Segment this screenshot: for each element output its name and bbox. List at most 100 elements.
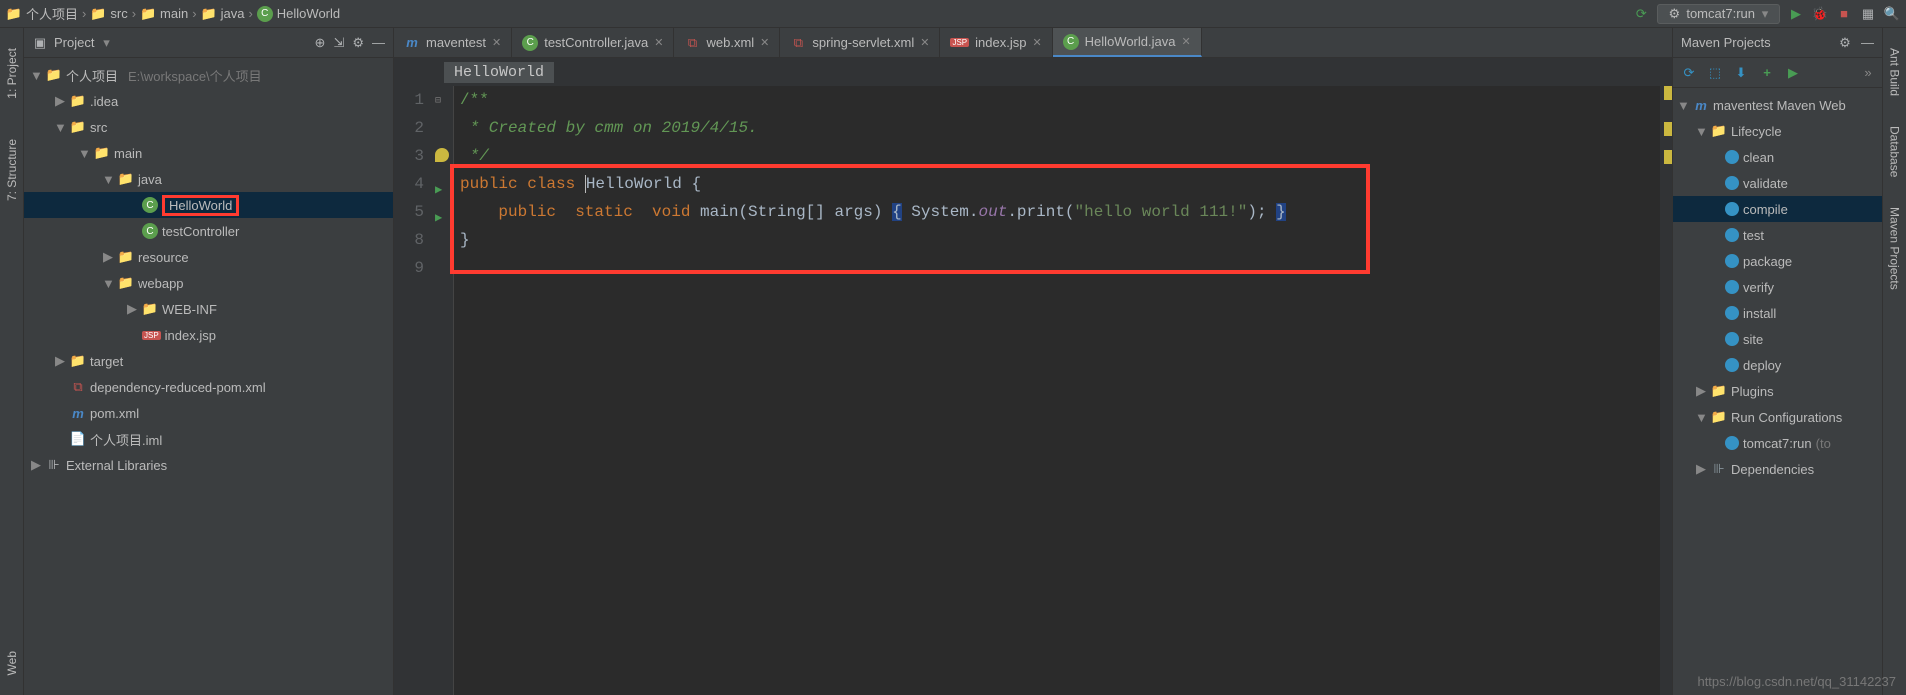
generate-sources-icon[interactable]: ⬚ (1707, 65, 1723, 81)
maven-root[interactable]: ▼m maventest Maven Web (1673, 92, 1882, 118)
warning-marker[interactable] (1664, 150, 1672, 164)
tree-chevron-icon[interactable]: ▶ (54, 93, 66, 109)
crumb-file[interactable]: CHelloWorld (257, 6, 340, 22)
editor-tab[interactable]: CHelloWorld.java✕ (1053, 28, 1202, 57)
tree-item[interactable]: ▼📁webapp (24, 270, 393, 296)
run-gutter-icon[interactable]: ▶ (435, 204, 442, 232)
run-config-selector[interactable]: ⚙ tomcat7:run ▾ (1657, 4, 1780, 24)
editor-tab[interactable]: JSPindex.jsp✕ (940, 28, 1052, 57)
rail-tab-database[interactable]: Database (1888, 126, 1902, 177)
crumb-root[interactable]: 📁个人项目 (6, 4, 78, 23)
more-icon[interactable]: » (1862, 65, 1874, 80)
tree-item[interactable]: ▶📁target (24, 348, 393, 374)
tree-item[interactable]: mpom.xml (24, 400, 393, 426)
lifecycle-goal[interactable]: install (1673, 300, 1882, 326)
maven-tree[interactable]: ▼m maventest Maven Web ▼📁 Lifecycle clea… (1673, 88, 1882, 486)
fold-icon[interactable]: ⊟ (435, 88, 441, 116)
code-lines[interactable]: /** * Created by cmm on 2019/4/15. */pub… (454, 86, 1660, 695)
rail-tab-structure[interactable]: 7: Structure (5, 139, 19, 201)
error-stripe[interactable] (1660, 86, 1672, 695)
intention-bulb-icon[interactable] (435, 148, 449, 162)
editor-crumb-class[interactable]: HelloWorld (444, 62, 554, 83)
chevron-down-icon[interactable]: ▾ (100, 35, 112, 51)
rail-tab-ant[interactable]: Ant Build (1888, 48, 1902, 96)
project-tree[interactable]: ▼ 📁 个人项目 E:\workspace\个人项目 ▶📁.idea▼📁src▼… (24, 58, 393, 695)
lifecycle-goal[interactable]: clean (1673, 144, 1882, 170)
search-icon[interactable]: 🔍 (1884, 6, 1900, 22)
editor-tab[interactable]: mmaventest✕ (394, 28, 512, 57)
tree-item[interactable]: CtestController (24, 218, 393, 244)
gear-icon[interactable]: ⚙ (1837, 35, 1853, 51)
download-icon[interactable]: ⬇ (1733, 65, 1749, 81)
crumb-main[interactable]: 📁main (140, 6, 188, 22)
chevron-down-icon[interactable]: ▼ (30, 68, 42, 83)
maven-deps-node[interactable]: ▶⊪ Dependencies (1673, 456, 1882, 482)
layout-icon[interactable]: ▦ (1860, 6, 1876, 22)
tree-item[interactable]: JSPindex.jsp (24, 322, 393, 348)
warning-marker[interactable] (1664, 122, 1672, 136)
tree-item[interactable]: ▶📁WEB-INF (24, 296, 393, 322)
tree-item[interactable]: ⧉dependency-reduced-pom.xml (24, 374, 393, 400)
tree-item[interactable]: ▼📁java (24, 166, 393, 192)
gear-icon[interactable]: ⚙ (352, 35, 364, 51)
close-icon[interactable]: ✕ (1032, 36, 1041, 49)
code-line[interactable]: /** (460, 86, 1660, 114)
code-line[interactable]: } (460, 226, 1660, 254)
close-icon[interactable]: ✕ (1181, 35, 1190, 48)
tree-chevron-icon[interactable]: ▼ (102, 276, 114, 291)
warning-marker[interactable] (1664, 86, 1672, 100)
lifecycle-goal[interactable]: validate (1673, 170, 1882, 196)
editor-tab[interactable]: ⧉web.xml✕ (674, 28, 780, 57)
code-line[interactable]: * Created by cmm on 2019/4/15. (460, 114, 1660, 142)
tree-chevron-icon[interactable]: ▶ (126, 301, 138, 317)
tree-chevron-icon[interactable]: ▶ (54, 353, 66, 369)
tree-external-libs[interactable]: ▶ ⊪ External Libraries (24, 452, 393, 478)
tree-item[interactable]: ▶📁.idea (24, 88, 393, 114)
rail-tab-maven[interactable]: Maven Projects (1888, 207, 1902, 290)
tree-root[interactable]: ▼ 📁 个人项目 E:\workspace\个人项目 (24, 62, 393, 88)
tree-chevron-icon[interactable]: ▼ (54, 120, 66, 135)
maven-runconfig-item[interactable]: tomcat7:run (to (1673, 430, 1882, 456)
close-icon[interactable]: ✕ (654, 36, 663, 49)
editor-tab[interactable]: CtestController.java✕ (512, 28, 674, 57)
lifecycle-goal[interactable]: package (1673, 248, 1882, 274)
close-icon[interactable]: ✕ (760, 36, 769, 49)
maven-lifecycle-node[interactable]: ▼📁 Lifecycle (1673, 118, 1882, 144)
lifecycle-goal[interactable]: site (1673, 326, 1882, 352)
lifecycle-goal[interactable]: verify (1673, 274, 1882, 300)
maven-plugins-node[interactable]: ▶📁 Plugins (1673, 378, 1882, 404)
lifecycle-goal[interactable]: compile (1673, 196, 1882, 222)
maven-runconfig-node[interactable]: ▼📁 Run Configurations (1673, 404, 1882, 430)
run-maven-icon[interactable]: ▶ (1785, 65, 1801, 81)
lifecycle-goal[interactable]: deploy (1673, 352, 1882, 378)
run-button[interactable]: ▶ (1788, 6, 1804, 22)
tree-chevron-icon[interactable]: ▼ (78, 146, 90, 161)
tree-item[interactable]: ▼📁main (24, 140, 393, 166)
code-line[interactable] (460, 254, 1660, 282)
hide-icon[interactable]: — (372, 35, 385, 50)
add-icon[interactable]: + (1759, 65, 1775, 81)
hide-icon[interactable]: — (1861, 35, 1874, 51)
collapse-all-icon[interactable]: ⇲ (333, 35, 344, 51)
rail-tab-web[interactable]: Web (5, 651, 19, 675)
tree-item[interactable]: ▶📁resource (24, 244, 393, 270)
tree-item[interactable]: ▼📁src (24, 114, 393, 140)
close-icon[interactable]: ✕ (920, 36, 929, 49)
tree-chevron-icon[interactable]: ▼ (102, 172, 114, 187)
tree-chevron-icon[interactable]: ▶ (102, 249, 114, 265)
run-gutter-icon[interactable]: ▶ (435, 176, 442, 204)
code-line[interactable]: public static void main(String[] args) {… (460, 198, 1660, 226)
code-line[interactable]: */ (460, 142, 1660, 170)
crumb-java[interactable]: 📁java (201, 6, 245, 22)
rail-tab-project[interactable]: 1: Project (5, 48, 19, 99)
close-icon[interactable]: ✕ (492, 36, 501, 49)
stop-button[interactable]: ■ (1836, 6, 1852, 22)
code-area[interactable]: 1234589 ⊟ ▶ ▶ /** * Created by cmm on 20… (394, 86, 1672, 695)
scroll-target-icon[interactable]: ⊕ (315, 35, 326, 51)
code-line[interactable]: public class HelloWorld { (460, 170, 1660, 198)
refresh-icon[interactable]: ⟳ (1681, 65, 1697, 81)
lifecycle-goal[interactable]: test (1673, 222, 1882, 248)
sync-icon[interactable]: ⟳ (1633, 6, 1649, 22)
crumb-src[interactable]: 📁src (90, 6, 127, 22)
debug-button[interactable]: 🐞 (1812, 6, 1828, 22)
